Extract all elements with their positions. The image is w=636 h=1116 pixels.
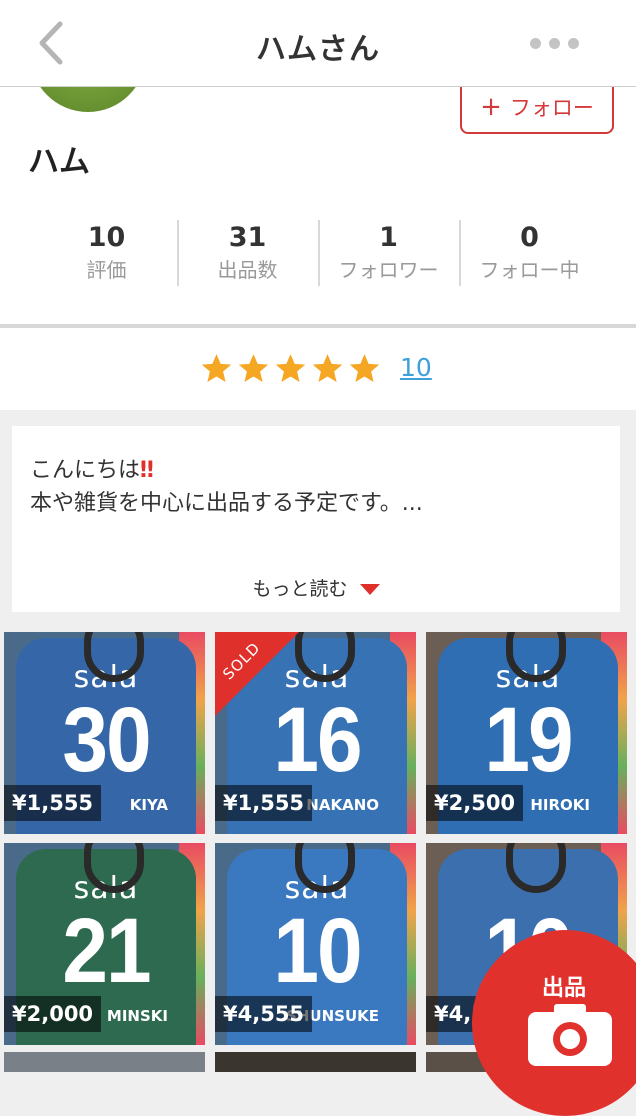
item-price: ¥2,000 bbox=[4, 996, 102, 1032]
bio-line-2: 本や雑貨を中心に出品する予定です。... bbox=[30, 491, 423, 516]
bio-text: こんにちは‼ 本や雑貨を中心に出品する予定です。... bbox=[30, 454, 423, 520]
stat-value: 10 bbox=[87, 222, 126, 253]
jersey-number: 30 bbox=[62, 689, 151, 792]
nav-bar: ハムさん bbox=[0, 0, 636, 87]
star-icon bbox=[275, 354, 306, 382]
profile-header: + フォロー ハム 10 評価 31 出品数 1 フォロワー 0 フォロー中 bbox=[0, 86, 636, 324]
stat-listings[interactable]: 31 出品数 bbox=[177, 220, 318, 286]
triangle-down-icon bbox=[359, 584, 380, 595]
follow-label: フォロー bbox=[509, 96, 594, 120]
profile-stats: 10 評価 31 出品数 1 フォロワー 0 フォロー中 bbox=[36, 220, 600, 286]
jersey-name: KIYA bbox=[129, 796, 168, 814]
plus-icon: + bbox=[480, 92, 502, 122]
rating-stars bbox=[200, 352, 381, 385]
jersey-number: 10 bbox=[273, 900, 362, 1003]
follow-button[interactable]: + フォロー bbox=[460, 86, 614, 134]
stat-label: 出品数 bbox=[217, 258, 278, 282]
stat-label: フォロワー bbox=[338, 258, 439, 282]
sell-label: 出品 bbox=[542, 976, 587, 1001]
jersey-number: 21 bbox=[62, 900, 151, 1003]
stat-value: 1 bbox=[379, 222, 398, 253]
bio-line-1: こんにちは bbox=[30, 458, 141, 483]
item-price: ¥1,555 bbox=[215, 785, 313, 821]
jersey-number: 19 bbox=[484, 689, 573, 792]
item-card[interactable]: sala 10 SHUNSUKE ¥4,555 bbox=[215, 843, 416, 1045]
star-icon bbox=[201, 354, 232, 382]
exclamation-icon: ‼ bbox=[140, 458, 154, 483]
item-card[interactable] bbox=[4, 1052, 205, 1072]
star-icon bbox=[312, 354, 343, 382]
item-price: ¥2,500 bbox=[426, 785, 524, 821]
read-more-label: もっと読む bbox=[252, 578, 348, 600]
item-card[interactable]: sala 16 NAKANO ¥1,555 SOLD bbox=[215, 632, 416, 834]
jersey-name: NAKANO bbox=[306, 796, 379, 814]
stat-label: フォロー中 bbox=[479, 258, 580, 282]
read-more-button[interactable]: もっと読む bbox=[12, 574, 620, 601]
stat-label: 評価 bbox=[86, 258, 127, 282]
item-card[interactable]: sala 19 HIROKI ¥2,500 bbox=[426, 632, 627, 834]
item-price: ¥1,555 bbox=[4, 785, 102, 821]
stat-value: 0 bbox=[520, 222, 539, 253]
item-price: ¥4,555 bbox=[215, 996, 313, 1032]
camera-icon bbox=[528, 1004, 612, 1066]
stat-value: 31 bbox=[228, 222, 267, 253]
item-card[interactable] bbox=[215, 1052, 416, 1072]
star-icon bbox=[349, 354, 380, 382]
jersey-name: HIROKI bbox=[530, 796, 590, 814]
more-button[interactable] bbox=[530, 34, 590, 54]
star-icon bbox=[238, 354, 269, 382]
user-name: ハム bbox=[28, 144, 90, 180]
rating-count-link[interactable]: 10 bbox=[400, 353, 432, 382]
stat-following[interactable]: 0 フォロー中 bbox=[459, 220, 600, 286]
jersey-name: MINSKI bbox=[106, 1007, 168, 1025]
more-dots-icon bbox=[530, 38, 541, 49]
item-card[interactable]: sala 21 MINSKI ¥2,000 bbox=[4, 843, 205, 1045]
item-card[interactable]: sala 30 KIYA ¥1,555 bbox=[4, 632, 205, 834]
stat-ratings[interactable]: 10 評価 bbox=[36, 220, 177, 286]
avatar[interactable] bbox=[30, 86, 146, 112]
bio-card: こんにちは‼ 本や雑貨を中心に出品する予定です。... もっと読む bbox=[12, 426, 620, 612]
rating-row: 10 bbox=[0, 328, 636, 410]
stat-followers[interactable]: 1 フォロワー bbox=[318, 220, 459, 286]
